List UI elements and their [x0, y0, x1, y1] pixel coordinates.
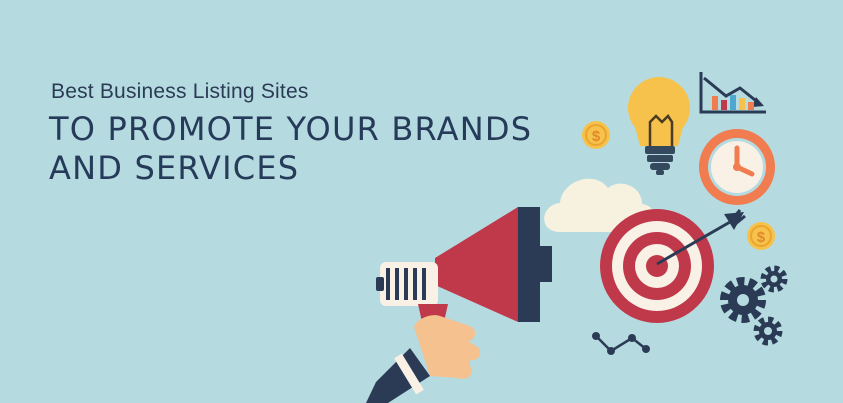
svg-text:$: $ [757, 229, 766, 246]
network-icon [592, 332, 650, 355]
chart-icon [699, 72, 766, 114]
lightbulb-icon [628, 77, 690, 175]
coin-icon: $ [747, 222, 775, 250]
target-icon [600, 209, 714, 323]
svg-text:$: $ [592, 128, 601, 145]
hand-icon [366, 315, 481, 403]
marketing-illustration: $ $ [366, 72, 788, 403]
gear-icon [760, 265, 788, 293]
promo-banner: Best Business Listing Sites TO PROMOTE Y… [0, 0, 843, 403]
megaphone-icon [376, 207, 552, 322]
coin-icon: $ [582, 121, 610, 149]
gear-icon [720, 277, 766, 323]
clock-icon [699, 129, 775, 205]
gear-icon [753, 316, 783, 346]
